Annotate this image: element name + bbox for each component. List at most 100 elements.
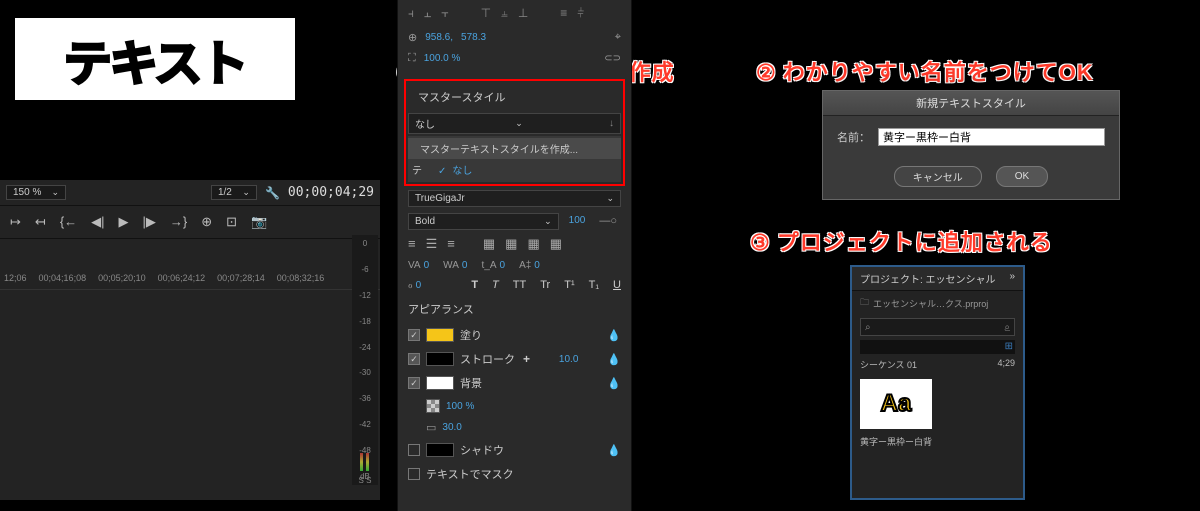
small-caps-icon[interactable]: Tr — [540, 279, 550, 291]
blur-icon: ▭ — [426, 421, 436, 434]
stroke-width[interactable]: 10.0 — [559, 354, 578, 365]
fill-checkbox[interactable]: ✓ — [408, 329, 420, 341]
anchor-icon[interactable]: ⌖ — [615, 31, 621, 44]
leading-value[interactable]: 0 — [500, 260, 506, 271]
superscript-icon[interactable]: T¹ — [564, 279, 574, 291]
dist-h-icon[interactable]: ≡ — [560, 6, 567, 21]
bin-icon[interactable]: 🗀 — [860, 295, 869, 311]
project-tab-label[interactable]: プロジェクト: エッセンシャル — [860, 271, 996, 286]
stroke-checkbox[interactable]: ✓ — [408, 353, 420, 365]
dialog-title: 新規テキストスタイル — [823, 91, 1119, 116]
align-left-icon[interactable]: ⫞ — [408, 6, 414, 21]
project-panel: プロジェクト: エッセンシャル» 🗀エッセンシャル…クス.prproj ⌕⌕̲ … — [850, 265, 1025, 500]
wrench-icon[interactable]: 🔧 — [265, 186, 280, 200]
sequence-duration: 4;29 — [997, 358, 1015, 371]
bg-opacity[interactable]: 100 % — [446, 401, 474, 412]
master-style-menu: マスターテキストスタイルを作成... テなし — [408, 136, 621, 182]
sequence-name[interactable]: シーケンス 01 — [860, 358, 917, 371]
timecode[interactable]: 00;00;04;29 — [288, 185, 374, 200]
font-weight-dropdown[interactable]: Bold⌄ — [408, 213, 559, 230]
export-frame-icon[interactable]: 📷 — [251, 214, 267, 230]
zoom-dropdown[interactable]: 150 %⌄ — [6, 185, 66, 200]
master-style-dropdown[interactable]: なし⌄↓ — [408, 113, 621, 134]
opacity-icon — [426, 399, 440, 413]
baseline-value[interactable]: 0 — [534, 260, 540, 271]
subscript-icon[interactable]: T₁ — [589, 279, 599, 291]
kerning-value[interactable]: 0 — [462, 260, 468, 271]
tracking-value[interactable]: 0 — [424, 260, 430, 271]
all-caps-icon[interactable]: TT — [513, 279, 526, 291]
scale-icon[interactable]: ⛶ — [408, 52, 416, 65]
search-filter-icon[interactable]: ⌕̲ — [1004, 322, 1010, 333]
panel-menu-icon[interactable]: » — [1009, 271, 1015, 286]
align-right-icon[interactable]: ⫟ — [441, 6, 448, 21]
mark-in-icon[interactable]: ↦ — [10, 214, 21, 230]
dist-bottom-icon[interactable]: ⊥ — [518, 6, 528, 21]
mask-label: テキストでマスク — [426, 466, 514, 482]
underline-icon[interactable]: U — [613, 279, 621, 291]
eyedropper-icon[interactable]: 💧 — [607, 377, 621, 390]
shadow-checkbox[interactable] — [408, 444, 420, 456]
text-align-center-icon[interactable]: ☰ — [426, 236, 438, 252]
menu-none[interactable]: なし — [426, 159, 621, 180]
dist-top-icon[interactable]: ⊤ — [481, 6, 491, 21]
text-align-left-icon[interactable]: ≡ — [408, 236, 416, 252]
text-justify-icon[interactable]: ▦ — [483, 236, 495, 252]
sequence-icon: ⊞ — [1005, 341, 1013, 352]
link-scale-icon[interactable]: ⊂⊃ — [604, 53, 621, 64]
insert-icon[interactable]: ⊕ — [201, 214, 212, 230]
master-style-highlight: マスタースタイル なし⌄↓ マスターテキストスタイルを作成... テなし — [404, 79, 625, 186]
dist-v-icon[interactable]: ⫩ — [577, 6, 584, 21]
new-text-style-dialog: 新規テキストスタイル 名前： キャンセル OK — [822, 90, 1120, 200]
overwrite-icon[interactable]: ⊡ — [226, 214, 237, 230]
go-in-icon[interactable]: {← — [60, 214, 77, 230]
mark-out-icon[interactable]: ↤ — [35, 214, 46, 230]
font-size[interactable]: 100 — [565, 211, 590, 232]
add-stroke-icon[interactable]: + — [523, 352, 530, 366]
menu-create-master-style[interactable]: マスターテキストスタイルを作成... — [408, 138, 621, 159]
bg-label: 背景 — [460, 375, 482, 391]
text-preview: テキスト — [15, 18, 295, 100]
fill-swatch[interactable] — [426, 328, 454, 342]
time-ruler[interactable]: 12;0600;04;16;0800;05;20;1000;06;24;1200… — [0, 267, 380, 290]
cancel-button[interactable]: キャンセル — [894, 166, 982, 187]
ok-button[interactable]: OK — [996, 166, 1048, 187]
position-icon[interactable]: ⊕ — [408, 31, 417, 44]
mask-checkbox[interactable] — [408, 468, 420, 480]
faux-italic-icon[interactable]: T — [492, 279, 499, 291]
align-hcenter-icon[interactable]: ⫠ — [424, 6, 431, 21]
text-align-right-icon[interactable]: ≡ — [447, 236, 455, 252]
play-icon[interactable]: ▶ — [119, 214, 129, 230]
sequence-thumbnail[interactable]: ⊞ — [860, 340, 1015, 354]
text-justify-all-icon[interactable]: ▦ — [550, 236, 562, 252]
name-input[interactable] — [878, 128, 1105, 146]
text-justify-last-center-icon[interactable]: ▦ — [527, 236, 539, 252]
pos-y[interactable]: 578.3 — [461, 32, 486, 43]
text-justify-last-left-icon[interactable]: ▦ — [505, 236, 517, 252]
shadow-label: シャドウ — [460, 442, 504, 458]
dist-vcenter-icon[interactable]: ⫨ — [501, 6, 508, 21]
size-slider-icon[interactable]: —○ — [595, 211, 621, 232]
style-item-name[interactable]: 黄字ー黒枠ー白背 — [860, 435, 1015, 448]
essential-graphics-panel: ⫞ ⫠ ⫟ ⊤ ⫨ ⊥ ≡ ⫩ ⊕ 958.6, 578.3 ⌖ ⛶ 100.0 % ⊂⊃… — [397, 0, 632, 511]
stroke-swatch[interactable] — [426, 352, 454, 366]
tsume-value[interactable]: 0 — [416, 280, 422, 291]
step-fwd-icon[interactable]: |▶ — [143, 214, 156, 230]
shadow-swatch[interactable] — [426, 443, 454, 457]
scale-value[interactable]: 100.0 % — [424, 53, 461, 64]
eyedropper-icon[interactable]: 💧 — [607, 329, 621, 342]
go-out-icon[interactable]: →} — [170, 214, 187, 230]
pos-x[interactable]: 958.6, — [425, 32, 453, 43]
eyedropper-icon[interactable]: 💧 — [607, 353, 621, 366]
eyedropper-icon[interactable]: 💧 — [607, 444, 621, 457]
bg-blur[interactable]: 30.0 — [442, 422, 461, 433]
bg-checkbox[interactable]: ✓ — [408, 377, 420, 389]
name-label: 名前： — [837, 129, 870, 145]
resolution-dropdown[interactable]: 1/2⌄ — [211, 185, 257, 200]
step-back-icon[interactable]: ◀| — [91, 214, 104, 230]
faux-bold-icon[interactable]: T — [471, 279, 478, 291]
font-dropdown[interactable]: TrueGigaJr⌄ — [408, 190, 621, 207]
style-thumbnail[interactable]: Aa — [860, 379, 932, 429]
project-search[interactable]: ⌕⌕̲ — [860, 318, 1015, 336]
bg-swatch[interactable] — [426, 376, 454, 390]
